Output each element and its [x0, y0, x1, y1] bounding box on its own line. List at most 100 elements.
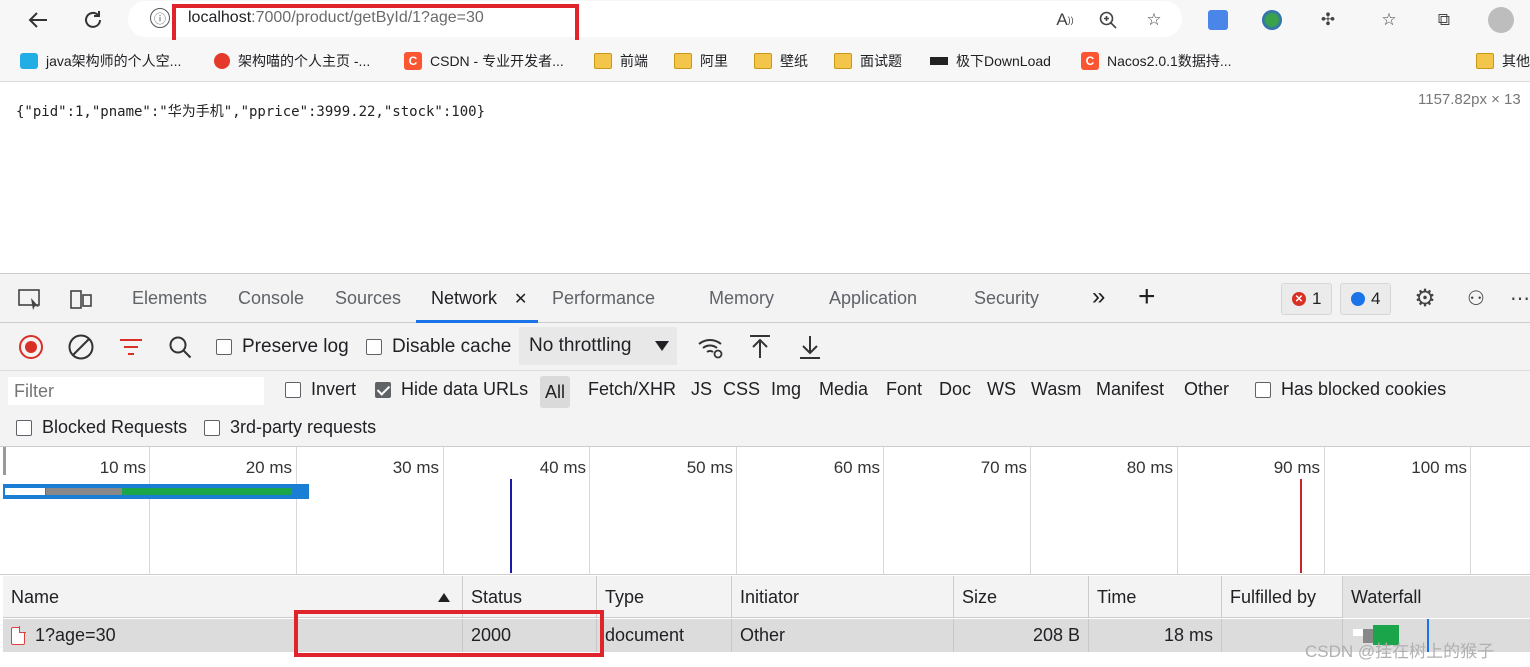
type-filter-img[interactable]: Img — [771, 379, 801, 400]
bookmark-item[interactable]: 极下DownLoad — [930, 50, 1051, 72]
bookmark-item[interactable]: 面试题 — [834, 50, 902, 72]
inspect-element-icon[interactable] — [16, 285, 44, 313]
checkbox-box[interactable] — [216, 339, 232, 355]
extension-blue-icon[interactable] — [1204, 6, 1232, 34]
tab-memory[interactable]: Memory — [709, 288, 774, 309]
back-button[interactable] — [22, 4, 54, 36]
refresh-icon — [85, 11, 101, 28]
zoom-icon[interactable] — [1094, 6, 1122, 34]
type-filter-font[interactable]: Font — [886, 379, 922, 400]
type-filter-other[interactable]: Other — [1184, 379, 1229, 400]
network-conditions-button[interactable] — [697, 333, 725, 361]
record-button[interactable] — [18, 333, 44, 361]
type-filter-all[interactable]: All — [540, 376, 570, 408]
bookmark-item[interactable]: C Nacos2.0.1数据持... — [1081, 50, 1232, 72]
dom-content-loaded-marker — [510, 479, 512, 573]
arrow-left-icon — [28, 12, 47, 28]
checkbox-box[interactable] — [366, 339, 382, 355]
bookmark-item[interactable]: C CSDN - 专业开发者... — [404, 50, 564, 72]
waterfall-bar — [1353, 629, 1363, 636]
site-info-icon[interactable]: ⓘ — [150, 8, 170, 28]
column-label: Initiator — [740, 586, 800, 607]
checkbox-box[interactable] — [204, 419, 220, 436]
gear-icon[interactable]: ⚙ — [1411, 284, 1439, 312]
type-filter-doc[interactable]: Doc — [939, 379, 971, 400]
checkbox-checked[interactable] — [375, 381, 391, 398]
bookmark-label: 架构喵的个人主页 -... — [238, 53, 371, 69]
clear-button[interactable] — [67, 333, 95, 361]
type-filter-css[interactable]: CSS — [723, 379, 760, 400]
bookmark-item[interactable]: 前端 — [594, 50, 648, 72]
checkbox-box[interactable] — [285, 381, 301, 398]
bookmark-item[interactable]: 壁纸 — [754, 50, 808, 72]
preserve-log-checkbox[interactable]: Preserve log — [216, 333, 349, 361]
bookmarks-bar: java架构师的个人空... 架构喵的个人主页 -... C CSDN - 专业… — [0, 40, 1530, 82]
favorite-add-icon[interactable]: ☆ — [1140, 6, 1168, 34]
filter-toggle-button[interactable] — [119, 333, 143, 361]
status-highlight-box — [294, 610, 604, 657]
bookmark-item[interactable]: 阿里 — [674, 50, 728, 72]
column-label: Status — [471, 586, 523, 607]
type-filter-wasm[interactable]: Wasm — [1031, 379, 1081, 400]
close-tab-icon[interactable]: ✕ — [514, 289, 527, 309]
export-har-button[interactable] — [798, 333, 822, 361]
collections-icon[interactable]: ⧉ — [1430, 6, 1458, 34]
message-count-badge[interactable]: 4 — [1340, 283, 1392, 315]
column-header-fulfilled-by[interactable]: Fulfilled by — [1222, 576, 1343, 618]
type-filter-fetch-xhr[interactable]: Fetch/XHR — [588, 379, 676, 400]
add-tab-icon[interactable]: + — [1138, 280, 1156, 314]
third-party-checkbox[interactable]: 3rd-party requests — [204, 417, 376, 438]
more-options-icon[interactable]: ⋯ — [1506, 284, 1530, 312]
sort-ascending-icon — [438, 593, 450, 602]
invert-checkbox[interactable]: Invert — [285, 379, 356, 400]
search-button[interactable] — [168, 333, 192, 361]
tab-application[interactable]: Application — [829, 288, 917, 309]
preserve-log-label: Preserve log — [242, 336, 349, 357]
tab-network[interactable]: Network — [431, 288, 497, 309]
tab-elements[interactable]: Elements — [132, 288, 207, 309]
timeline-start-line — [3, 447, 6, 475]
tab-performance[interactable]: Performance — [552, 288, 655, 309]
type-filter-manifest[interactable]: Manifest — [1096, 379, 1164, 400]
folder-icon — [594, 53, 612, 69]
column-header-size[interactable]: Size — [954, 576, 1089, 618]
checkbox-box[interactable] — [16, 419, 32, 436]
column-header-time[interactable]: Time — [1089, 576, 1222, 618]
type-filter-ws[interactable]: WS — [987, 379, 1016, 400]
page-content: {"pid":1,"pname":"华为手机","pprice":3999.22… — [0, 83, 1530, 273]
has-blocked-cookies-checkbox[interactable]: Has blocked cookies — [1255, 379, 1446, 400]
blocked-requests-checkbox[interactable]: Blocked Requests — [16, 417, 187, 438]
throttling-select[interactable]: No throttling — [519, 327, 677, 365]
filter-input[interactable] — [8, 377, 264, 405]
disable-cache-checkbox[interactable]: Disable cache — [366, 333, 511, 361]
tab-console[interactable]: Console — [238, 288, 304, 309]
customize-icon[interactable]: ⚇ — [1462, 284, 1490, 312]
column-header-waterfall[interactable]: Waterfall — [1343, 576, 1530, 618]
device-toolbar-icon[interactable] — [67, 285, 95, 313]
table-row[interactable]: 1?age=30 2000 document Other 208 B 18 ms — [3, 619, 1530, 652]
bookmark-label: Nacos2.0.1数据持... — [1107, 53, 1232, 69]
tab-security[interactable]: Security — [974, 288, 1039, 309]
type-filter-media[interactable]: Media — [819, 379, 868, 400]
extension-globe-icon[interactable] — [1258, 6, 1286, 34]
checkbox-box[interactable] — [1255, 381, 1271, 398]
bookmark-item[interactable]: 架构喵的个人主页 -... — [214, 50, 370, 72]
bookmark-item[interactable]: 其他 — [1476, 50, 1530, 72]
read-aloud-icon[interactable]: A)) — [1051, 6, 1079, 34]
tab-sources[interactable]: Sources — [335, 288, 401, 309]
extensions-puzzle-icon[interactable]: ✣ — [1314, 6, 1342, 34]
import-har-button[interactable] — [748, 333, 772, 361]
column-header-initiator[interactable]: Initiator — [732, 576, 954, 618]
profile-avatar-icon[interactable] — [1487, 6, 1515, 34]
network-toolbar: Preserve log Disable cache — [0, 323, 1530, 371]
refresh-button[interactable] — [77, 4, 109, 36]
hide-data-urls-checkbox[interactable]: Hide data URLs — [375, 379, 528, 400]
more-tabs-icon[interactable]: » — [1092, 283, 1105, 311]
favorites-icon[interactable]: ☆ — [1375, 6, 1403, 34]
timeline-gridline — [149, 447, 150, 575]
watermark: CSDN @挂在树上的猴子 — [1305, 642, 1495, 661]
type-filter-js[interactable]: JS — [691, 379, 712, 400]
error-count-badge[interactable]: ✕ 1 — [1281, 283, 1333, 315]
column-header-type[interactable]: Type — [597, 576, 732, 618]
bookmark-item[interactable]: java架构师的个人空... — [20, 50, 181, 72]
